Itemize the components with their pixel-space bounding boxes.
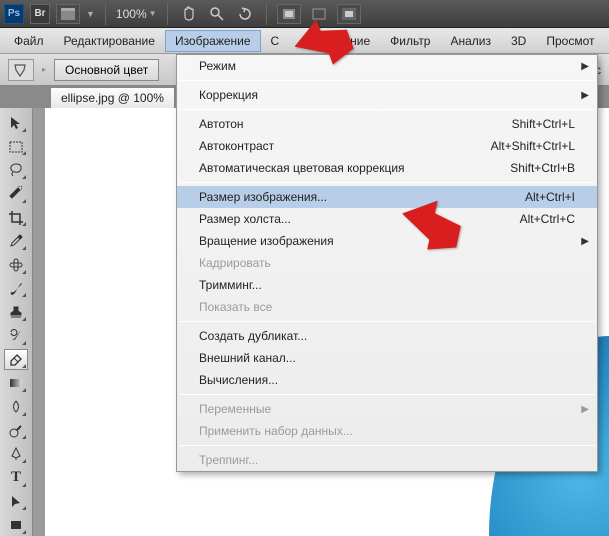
mini-bridge-icon[interactable]: [56, 4, 80, 24]
menu-item-apply-image[interactable]: Внешний канал...: [177, 347, 597, 369]
bridge-icon[interactable]: Br: [30, 4, 50, 24]
chevron-down-icon: ▼: [149, 9, 157, 18]
menu-item-mode[interactable]: Режим▶: [177, 55, 597, 77]
menu-analysis[interactable]: Анализ: [440, 30, 501, 52]
crop-tool-icon[interactable]: [4, 207, 28, 229]
submenu-arrow-icon: ▶: [581, 404, 589, 415]
menu-item-variables: Переменные▶: [177, 398, 597, 420]
brush-tool-icon[interactable]: [4, 278, 28, 300]
menu-item-reveal-all: Показать все: [177, 296, 597, 318]
pen-tool-icon[interactable]: [4, 443, 28, 465]
photoshop-logo-icon: Ps: [4, 4, 24, 24]
annotation-arrow-1: [295, 18, 355, 76]
toolbox: T: [0, 108, 33, 536]
menu-item-image-rotation[interactable]: Вращение изображения▶: [177, 230, 597, 252]
document-tab[interactable]: ellipse.jpg @ 100%: [50, 87, 175, 108]
history-brush-tool-icon[interactable]: [4, 325, 28, 347]
submenu-arrow-icon: ▶: [581, 90, 589, 101]
heal-tool-icon[interactable]: [4, 254, 28, 276]
zoom-icon[interactable]: [206, 4, 228, 24]
menu-file[interactable]: Файл: [4, 30, 54, 52]
menu-item-auto-color[interactable]: Автоматическая цветовая коррекцияShift+C…: [177, 157, 597, 179]
submenu-arrow-icon: ▶: [581, 61, 589, 72]
zoom-value: 100%: [116, 7, 147, 21]
zoom-level[interactable]: 100% ▼: [116, 7, 157, 21]
menu-3d[interactable]: 3D: [501, 30, 536, 52]
menu-item-adjustments[interactable]: Коррекция▶: [177, 84, 597, 106]
menu-image[interactable]: Изображение: [165, 30, 261, 52]
menu-view-partial[interactable]: Просмот: [536, 30, 604, 52]
move-tool-icon[interactable]: [4, 112, 28, 134]
menu-item-apply-dataset: Применить набор данных...: [177, 420, 597, 442]
path-select-tool-icon[interactable]: [4, 491, 28, 513]
wand-tool-icon[interactable]: [4, 183, 28, 205]
menu-item-auto-contrast[interactable]: АвтоконтрастAlt+Shift+Ctrl+L: [177, 135, 597, 157]
shape-tool-icon[interactable]: [4, 514, 28, 536]
annotation-arrow-2: [400, 200, 465, 258]
rotate-icon[interactable]: [234, 4, 256, 24]
gradient-tool-icon[interactable]: [4, 372, 28, 394]
lasso-tool-icon[interactable]: [4, 159, 28, 181]
eraser-tool-icon[interactable]: [4, 349, 28, 371]
menu-item-crop: Кадрировать: [177, 252, 597, 274]
dodge-tool-icon[interactable]: [4, 420, 28, 442]
menu-item-trim[interactable]: Тримминг...: [177, 274, 597, 296]
stamp-tool-icon[interactable]: [4, 301, 28, 323]
menu-item-image-size[interactable]: Размер изображения...Alt+Ctrl+I: [177, 186, 597, 208]
menu-item-auto-tone[interactable]: АвтотонShift+Ctrl+L: [177, 113, 597, 135]
menu-filter[interactable]: Фильтр: [380, 30, 440, 52]
menu-edit[interactable]: Редактирование: [54, 30, 165, 52]
type-tool-icon[interactable]: T: [4, 467, 28, 489]
marquee-tool-icon[interactable]: [4, 136, 28, 158]
submenu-arrow-icon: ▶: [581, 236, 589, 247]
blur-tool-icon[interactable]: [4, 396, 28, 418]
tool-preset-icon[interactable]: [8, 59, 34, 81]
hand-icon[interactable]: [178, 4, 200, 24]
foreground-color-button[interactable]: Основной цвет: [54, 59, 159, 81]
menu-item-canvas-size[interactable]: Размер холста...Alt+Ctrl+C: [177, 208, 597, 230]
menu-item-calculations[interactable]: Вычисления...: [177, 369, 597, 391]
menu-layer-partial[interactable]: С: [261, 30, 282, 52]
menu-item-trap: Треппинг...: [177, 449, 597, 471]
menu-item-duplicate[interactable]: Создать дубликат...: [177, 325, 597, 347]
eyedropper-tool-icon[interactable]: [4, 230, 28, 252]
image-menu-dropdown: Режим▶ Коррекция▶ АвтотонShift+Ctrl+L Ав…: [176, 54, 598, 472]
